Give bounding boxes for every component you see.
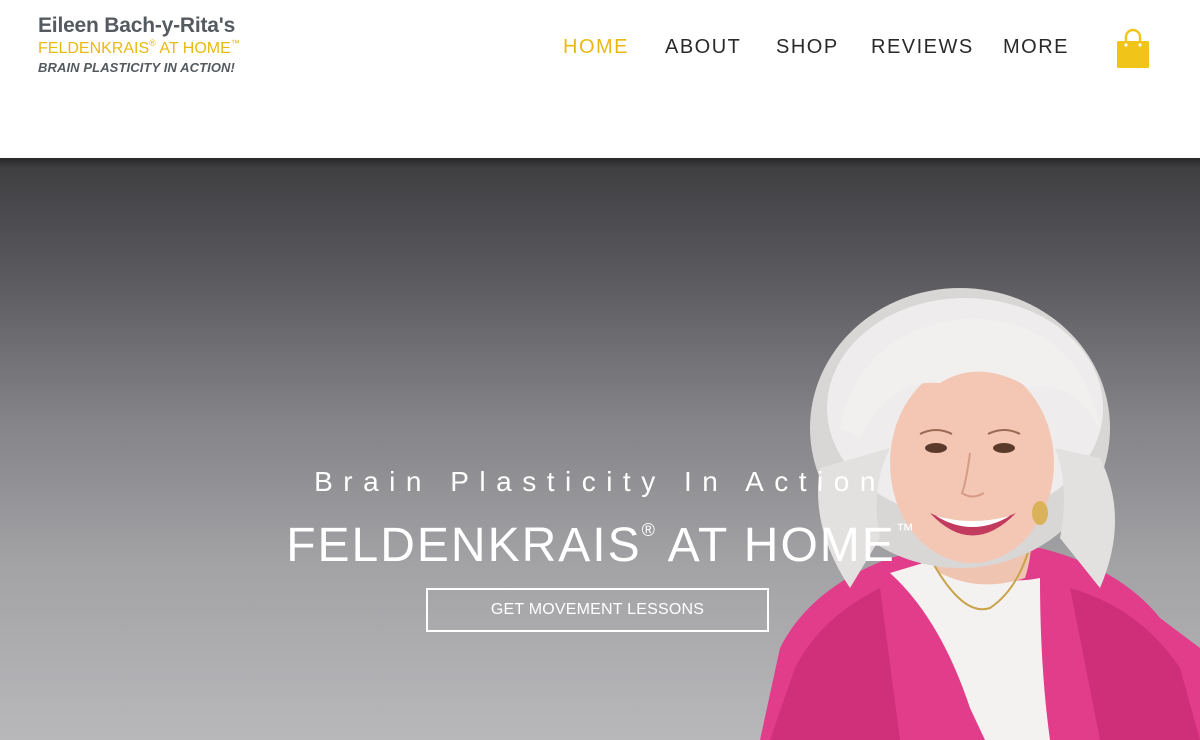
- logo-name: Eileen Bach-y-Rita's: [38, 14, 236, 37]
- logo-brand: FELDENKRAIS® AT HOME™: [38, 38, 240, 58]
- hero-section: Brain Plasticity In Action FELDENKRAIS® …: [0, 158, 1200, 740]
- nav-about[interactable]: ABOUT: [665, 36, 741, 59]
- hero-title: FELDENKRAIS® AT HOME™: [0, 518, 1200, 573]
- hero-tagline: Brain Plasticity In Action: [314, 466, 886, 497]
- cart-button[interactable]: [1115, 28, 1151, 70]
- site-header: Eileen Bach-y-Rita's FELDENKRAIS® AT HOM…: [0, 0, 1200, 158]
- hero-title-main: FELDENKRAIS: [286, 519, 642, 572]
- hero-registered-mark: ®: [641, 520, 655, 540]
- logo-trademark: ™: [230, 38, 240, 48]
- nav-more[interactable]: MORE: [1003, 36, 1069, 59]
- nav-shop[interactable]: SHOP: [776, 36, 839, 59]
- hero-portrait: [740, 288, 1200, 740]
- logo-tagline: BRAIN PLASTICITY IN ACTION!: [38, 60, 235, 75]
- site-logo[interactable]: Eileen Bach-y-Rita's FELDENKRAIS® AT HOM…: [38, 14, 240, 75]
- hero-title-rest: AT HOME: [667, 519, 896, 572]
- header-shadow: [0, 158, 1200, 168]
- hero-trademark: ™: [895, 520, 914, 540]
- get-movement-lessons-button[interactable]: GET MOVEMENT LESSONS: [426, 588, 769, 632]
- nav-home[interactable]: HOME: [563, 36, 629, 59]
- logo-registered-mark: ®: [149, 38, 156, 48]
- nav-reviews[interactable]: REVIEWS: [871, 36, 974, 59]
- shopping-bag-icon: [1117, 28, 1149, 68]
- logo-brand-rest: AT HOME: [159, 40, 231, 57]
- logo-brand-main: FELDENKRAIS: [38, 40, 150, 57]
